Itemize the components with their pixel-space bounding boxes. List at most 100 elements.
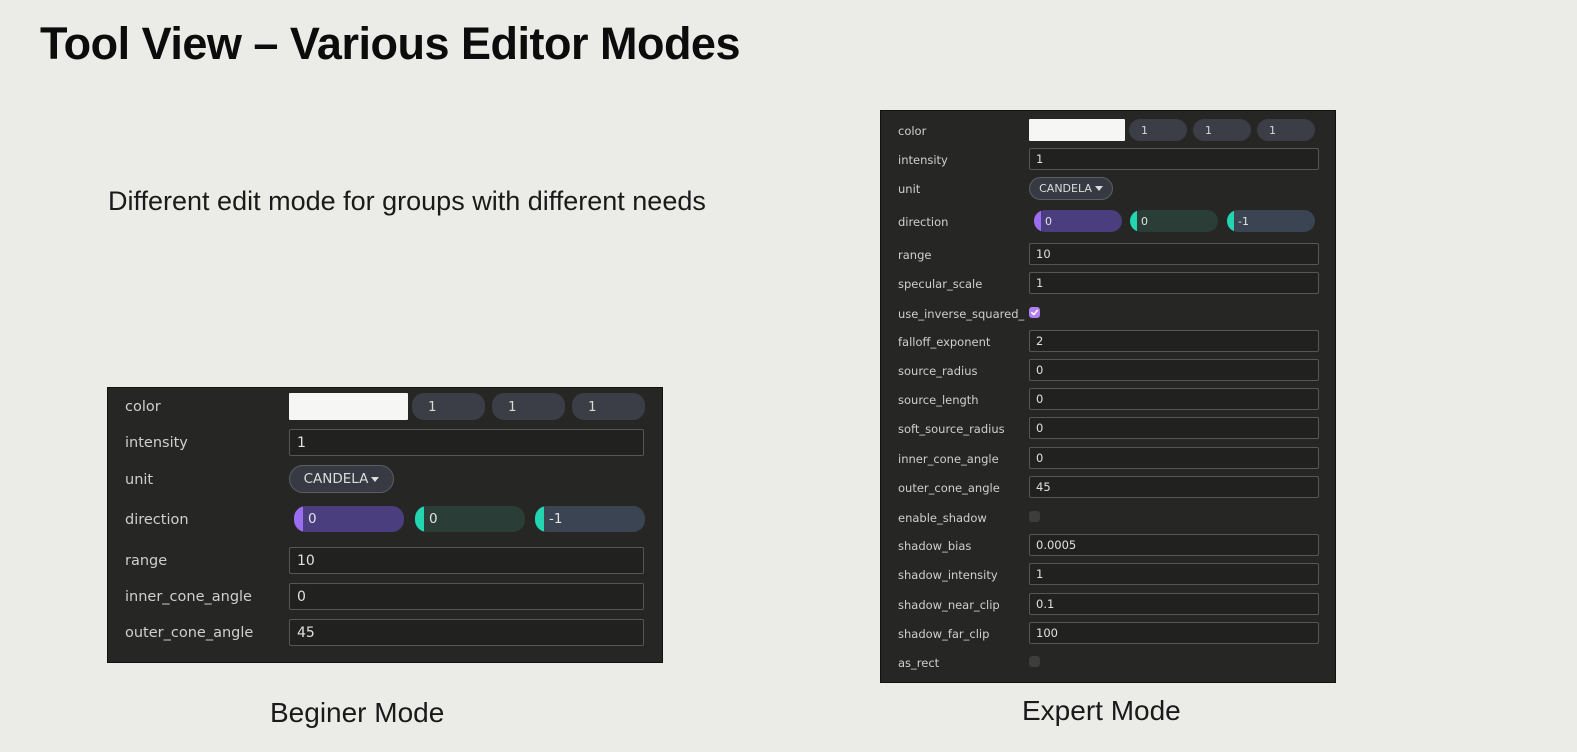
specular-scale-row: specular_scale 1 [881,272,1335,294]
enable-shadow-row: enable_shadow [881,506,1335,528]
outer-cone-angle-row: outer_cone_angle 45 [881,476,1335,498]
enable-shadow-checkbox[interactable] [1029,511,1040,522]
direction-label: direction [898,215,949,229]
soft-source-radius-label: soft_source_radius [898,422,1005,436]
range-row: range 10 [881,243,1335,265]
inner-cone-angle-label: inner_cone_angle [898,452,999,466]
caret-down-icon [371,476,380,482]
intensity-input[interactable]: 1 [289,429,644,456]
checkmark-icon [1030,309,1039,316]
color-g-input[interactable]: 1 [1193,119,1251,141]
intensity-row: intensity 1 [108,429,662,456]
source-radius-input[interactable]: 0 [1029,359,1319,381]
specular-scale-label: specular_scale [898,277,983,291]
soft-source-radius-input[interactable]: 0 [1029,417,1319,439]
falloff-exponent-row: falloff_exponent 2 [881,330,1335,352]
shadow-near-clip-row: shadow_near_clip 0.1 [881,593,1335,615]
unit-dropdown-value: CANDELA [1039,182,1092,195]
shadow-near-clip-label: shadow_near_clip [898,598,1000,612]
shadow-near-clip-input[interactable]: 0.1 [1029,593,1319,615]
soft-source-radius-row: soft_source_radius 0 [881,417,1335,439]
inner-cone-angle-row: inner_cone_angle 0 [881,447,1335,469]
direction-z-input[interactable]: -1 [1227,210,1315,232]
direction-x-input[interactable]: 0 [1034,210,1122,232]
as-rect-row: as_rect [881,651,1335,673]
range-label: range [125,553,168,569]
unit-row: unit CANDELA [881,177,1335,200]
direction-y-value: 0 [429,511,438,527]
direction-y-value: 0 [1141,214,1148,228]
color-swatch[interactable] [289,393,408,420]
expert-mode-panel: color 1 1 1 intensity 1 unit CANDELA dir… [880,110,1336,683]
direction-y-input[interactable]: 0 [1130,210,1218,232]
inner-cone-angle-input[interactable]: 0 [289,583,644,610]
source-length-row: source_length 0 [881,388,1335,410]
use-inverse-squared-row: use_inverse_squared_ [881,302,1335,324]
caret-down-icon [1094,186,1103,191]
beginner-mode-panel: color 1 1 1 intensity 1 unit CANDELA dir… [107,387,663,663]
shadow-far-clip-input[interactable]: 100 [1029,622,1319,644]
direction-y-input[interactable]: 0 [415,506,525,532]
source-radius-label: source_radius [898,364,978,378]
unit-dropdown[interactable]: CANDELA [289,465,394,493]
direction-row: direction 0 0 -1 [108,506,662,532]
color-row: color 1 1 1 [108,393,662,420]
range-input[interactable]: 10 [289,547,644,574]
inner-cone-angle-input[interactable]: 0 [1029,447,1319,469]
inner-cone-angle-row: inner_cone_angle 0 [108,583,662,610]
direction-z-input[interactable]: -1 [535,506,645,532]
inner-cone-angle-label: inner_cone_angle [125,589,252,605]
color-g-input[interactable]: 1 [492,393,565,420]
intensity-input[interactable]: 1 [1029,148,1319,170]
shadow-bias-input[interactable]: 0.0005 [1029,534,1319,556]
shadow-intensity-label: shadow_intensity [898,568,998,582]
color-b-input[interactable]: 1 [572,393,645,420]
outer-cone-angle-row: outer_cone_angle 45 [108,619,662,646]
outer-cone-angle-input[interactable]: 45 [289,619,644,646]
direction-z-value: -1 [549,511,563,527]
color-row: color 1 1 1 [881,119,1335,141]
shadow-intensity-input[interactable]: 1 [1029,563,1319,585]
direction-x-value: 0 [1045,214,1052,228]
range-label: range [898,248,932,262]
direction-label: direction [125,512,189,528]
shadow-intensity-row: shadow_intensity 1 [881,563,1335,585]
color-r-input[interactable]: 1 [412,393,485,420]
outer-cone-angle-label: outer_cone_angle [125,625,254,641]
shadow-bias-label: shadow_bias [898,539,972,553]
slide-subtitle: Different edit mode for groups with diff… [108,186,706,216]
direction-x-input[interactable]: 0 [294,506,404,532]
as-rect-checkbox[interactable] [1029,656,1040,667]
direction-row: direction 0 0 -1 [881,210,1335,232]
unit-dropdown[interactable]: CANDELA [1029,177,1113,200]
unit-label: unit [898,182,921,196]
slide-title: Tool View – Various Editor Modes [40,18,740,69]
falloff-exponent-input[interactable]: 2 [1029,330,1319,352]
unit-dropdown-value: CANDELA [303,471,369,487]
unit-row: unit CANDELA [108,465,662,493]
as-rect-label: as_rect [898,656,940,670]
beginner-mode-caption: Beginer Mode [270,697,445,728]
range-input[interactable]: 10 [1029,243,1319,265]
source-radius-row: source_radius 0 [881,359,1335,381]
direction-x-value: 0 [308,511,317,527]
intensity-label: intensity [898,153,948,167]
falloff-exponent-label: falloff_exponent [898,335,991,349]
expert-mode-caption: Expert Mode [1022,695,1181,726]
shadow-bias-row: shadow_bias 0.0005 [881,534,1335,556]
color-swatch[interactable] [1029,119,1125,141]
use-inverse-squared-checkbox[interactable] [1029,307,1040,318]
color-b-input[interactable]: 1 [1257,119,1315,141]
color-r-input[interactable]: 1 [1129,119,1187,141]
use-inverse-squared-label: use_inverse_squared_ [898,307,1025,321]
source-length-label: source_length [898,393,979,407]
color-label: color [125,399,161,415]
range-row: range 10 [108,547,662,574]
specular-scale-input[interactable]: 1 [1029,272,1319,294]
outer-cone-angle-input[interactable]: 45 [1029,476,1319,498]
color-label: color [898,124,927,138]
source-length-input[interactable]: 0 [1029,388,1319,410]
shadow-far-clip-row: shadow_far_clip 100 [881,622,1335,644]
intensity-row: intensity 1 [881,148,1335,170]
direction-z-value: -1 [1238,214,1249,228]
